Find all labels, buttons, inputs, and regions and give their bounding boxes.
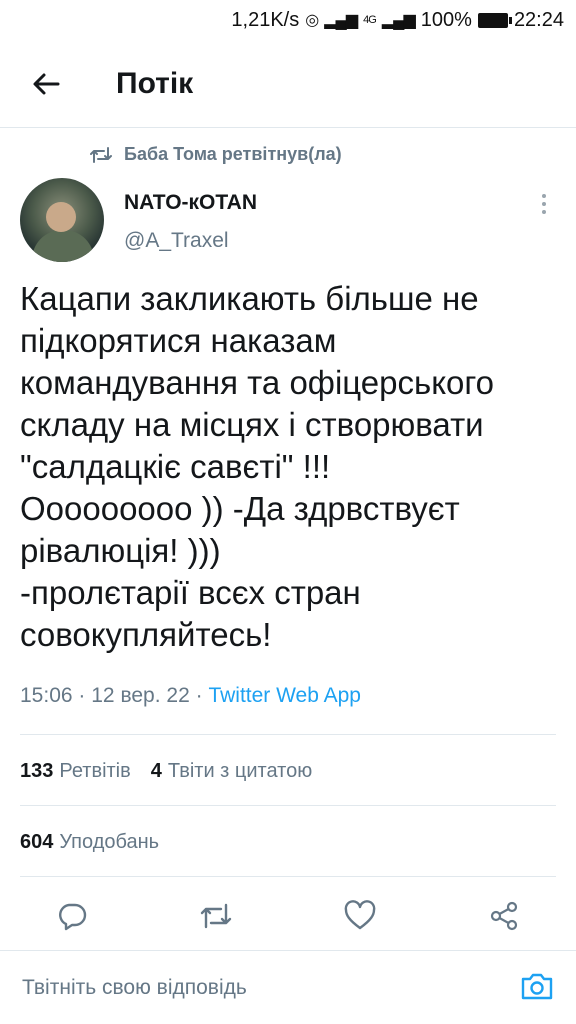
tweet-text: Кацапи закликають більше не підкорятися … [20, 280, 495, 653]
page-title: Потік [116, 66, 194, 100]
retweet-text: Баба Тома ретвітнув(ла) [124, 144, 342, 164]
tweet-date: 12 вер. 22 [91, 684, 190, 707]
likes-label: Уподобань [59, 831, 160, 853]
app-header: Потік [0, 40, 576, 128]
clock: 22:24 [513, 8, 564, 31]
likes-count: 604 [20, 831, 54, 853]
user-handle[interactable]: @A_Traxel [124, 229, 229, 253]
divider [20, 805, 556, 806]
retweet-stats: 133 Ретвітів 4 Твіти з цитатою [20, 760, 312, 783]
quotes-count: 4 [150, 760, 162, 782]
heart-icon [344, 900, 376, 930]
network-type: 4G [363, 14, 377, 26]
tweet-actions [0, 888, 576, 944]
like-stats: 604 Уподобань [20, 831, 159, 854]
camera-icon [521, 973, 553, 1000]
reply-bar [0, 950, 576, 1024]
display-name[interactable]: NATO-кOTAN [124, 191, 257, 215]
status-bar: 1,21K/s ◎ ▂▄▆ 4G ▂▄▆ 100% 22:24 [0, 0, 576, 40]
divider [20, 876, 556, 877]
tweet-source-link[interactable]: Twitter Web App [208, 684, 361, 707]
retweets-label: Ретвітів [59, 760, 131, 782]
tweet-time: 15:06 [20, 684, 73, 707]
retweet-icon [200, 903, 232, 929]
reply-icon [59, 903, 87, 931]
battery-icon [477, 12, 512, 28]
retweet-button[interactable] [192, 892, 240, 940]
reply-button[interactable] [48, 892, 96, 940]
meta-separator: · [78, 684, 86, 707]
more-dot-icon [542, 194, 546, 198]
arrow-left-icon [33, 73, 60, 94]
tweet-meta: 15:06 · 12 вер. 22 · Twitter Web App [20, 684, 361, 708]
battery-percent: 100% [420, 8, 472, 31]
likes-stat[interactable]: 604 Уподобань [20, 831, 159, 854]
meta-separator: · [195, 684, 203, 707]
quotes-stat[interactable]: 4 Твіти з цитатою [151, 760, 312, 783]
signal-icon-2: ▂▄▆ [381, 12, 416, 29]
retweet-indicator[interactable]: Баба Тома ретвітнув(ла) [90, 144, 342, 165]
retweet-small-icon [90, 146, 112, 163]
share-button[interactable] [480, 892, 528, 940]
more-dot-icon [542, 210, 546, 214]
network-speed: 1,21K/s [231, 8, 300, 31]
more-dot-icon [542, 202, 546, 206]
retweets-count: 133 [20, 760, 54, 782]
like-button[interactable] [336, 892, 384, 940]
hotspot-icon: ◎ [305, 12, 319, 29]
back-button[interactable] [16, 54, 76, 114]
retweets-stat[interactable]: 133 Ретвітів [20, 760, 131, 783]
quotes-label: Твіти з цитатою [167, 760, 313, 782]
camera-button[interactable] [520, 969, 554, 1003]
signal-icon: ▂▄▆ [324, 12, 358, 29]
share-icon [490, 901, 518, 931]
more-options-button[interactable] [532, 190, 556, 218]
avatar[interactable] [20, 178, 104, 262]
reply-input[interactable] [22, 975, 492, 1000]
divider [20, 734, 556, 735]
